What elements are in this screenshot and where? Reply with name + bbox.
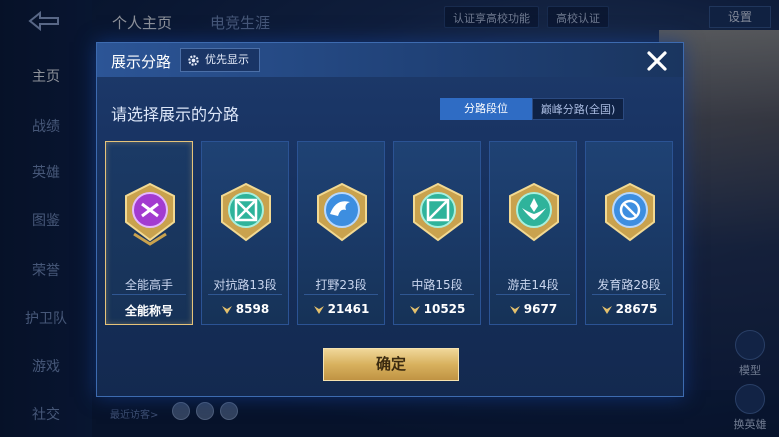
lane-card-all-round[interactable]: 全能高手 全能称号 — [105, 141, 193, 325]
divider — [208, 294, 282, 295]
rank-points-icon — [221, 305, 232, 314]
rank-points-icon — [313, 305, 324, 314]
rank-points-icon — [509, 305, 520, 314]
roam-emblem-icon — [509, 182, 559, 242]
rank-points-icon — [601, 305, 612, 314]
tab-peak-lane[interactable]: 巅峰分路(全国) — [532, 98, 624, 120]
gear-icon — [188, 55, 199, 66]
jungle-emblem-icon — [317, 182, 367, 242]
card-lane-score-value: 21461 — [327, 302, 370, 316]
card-lane-name: 对抗路13段 — [213, 278, 277, 292]
tab-lane-rank[interactable]: 分路段位 — [440, 98, 532, 120]
card-lane-score: 28675 — [586, 302, 672, 316]
card-lane-name: 游走14段 — [507, 278, 559, 292]
card-lane-name: 全能高手 — [124, 278, 173, 292]
card-lane-score: 8598 — [202, 302, 288, 316]
all-round-emblem-icon — [125, 182, 175, 246]
card-lane-score-value: 8598 — [235, 302, 270, 316]
priority-display-button[interactable]: 优先显示 — [180, 48, 260, 72]
lane-card-clash[interactable]: 对抗路13段 8598 — [201, 141, 289, 325]
card-lane-score-value: 9677 — [523, 302, 558, 316]
card-lane-name: 发育路28段 — [597, 278, 661, 292]
dialog-title: 展示分路 — [111, 53, 172, 71]
card-lane-score: 9677 — [490, 302, 576, 316]
divider — [112, 294, 186, 295]
divider — [496, 294, 570, 295]
priority-label: 优先显示 — [205, 53, 249, 66]
select-lane-prompt: 请选择展示的分路 — [111, 105, 240, 124]
lane-display-dialog: 展示分路 优先显示 请选择展示的分路 分路段位 巅峰分路(全国) 全能高手 全能… — [96, 42, 684, 397]
lane-card-mid[interactable]: 中路15段 10525 — [393, 141, 481, 325]
divider — [304, 294, 378, 295]
card-lane-score-value: 10525 — [423, 302, 466, 316]
card-lane-score: 10525 — [394, 302, 480, 316]
mid-lane-emblem-icon — [413, 182, 463, 242]
card-lane-score: 全能称号 — [124, 304, 173, 318]
divider — [592, 294, 666, 295]
card-lane-name: 中路15段 — [411, 278, 463, 292]
dialog-header: 展示分路 优先显示 — [97, 43, 683, 77]
rank-points-icon — [409, 305, 420, 314]
clash-lane-emblem-icon — [221, 182, 271, 242]
card-lane-name: 打野23段 — [315, 278, 367, 292]
lane-card-roam[interactable]: 游走14段 9677 — [489, 141, 577, 325]
confirm-button[interactable]: 确定 — [323, 348, 459, 381]
lane-card-farm[interactable]: 发育路28段 28675 — [585, 141, 673, 325]
lane-card-jungle[interactable]: 打野23段 21461 — [297, 141, 385, 325]
card-lane-score: 21461 — [298, 302, 384, 316]
divider — [400, 294, 474, 295]
farm-lane-emblem-icon — [605, 182, 655, 242]
close-icon[interactable] — [643, 47, 671, 75]
card-lane-score-value: 28675 — [615, 302, 658, 316]
